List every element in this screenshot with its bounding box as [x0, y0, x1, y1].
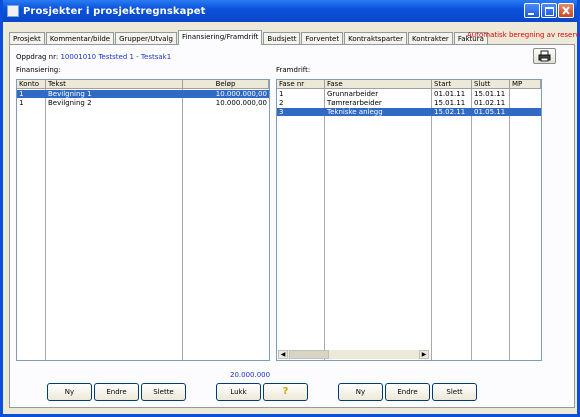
cell-fase: Tekniske anlegg [327, 108, 383, 116]
column-divider [45, 89, 46, 360]
table-row[interactable]: 1 Bevilgning 2 10.000.000,00 [17, 99, 269, 107]
help-icon: ? [282, 386, 289, 397]
scroll-thumb[interactable] [289, 350, 329, 359]
cell-fase-nr: 2 [279, 99, 284, 107]
cell-start: 15.01.11 [434, 99, 466, 107]
progress-table[interactable]: Fase nr Fase Start Slutt MP 1 Grunnarbei… [276, 79, 542, 361]
col-belop[interactable]: Beløp [183, 80, 269, 89]
col-start[interactable]: Start [432, 80, 472, 89]
column-divider [431, 89, 432, 360]
cell-fase-nr: 1 [279, 90, 284, 98]
maximize-icon [545, 7, 554, 16]
maximize-button[interactable] [541, 3, 557, 18]
oppdrag-number: 10001010 [60, 53, 97, 61]
cell-start: 01.01.11 [434, 90, 466, 98]
column-divider [182, 89, 183, 360]
cell-tekst: Bevilgning 2 [48, 99, 92, 107]
oppdrag-label: Oppdrag nr: [16, 53, 59, 61]
ny-button[interactable]: Ny [47, 383, 92, 401]
close-button[interactable] [558, 3, 574, 18]
horizontal-scrollbar[interactable]: ◀ ▶ [278, 350, 429, 359]
cell-konto: 1 [19, 90, 24, 98]
financing-total: 20.000.000 [230, 371, 271, 379]
cell-belop: 10.000.000,00 [215, 99, 267, 107]
col-tekst[interactable]: Tekst [46, 80, 183, 89]
financing-table[interactable]: Konto Tekst Beløp 1 Bevilgning 1 10.000.… [16, 79, 270, 361]
column-divider [324, 89, 325, 360]
cell-fase: Tømrerarbeider [327, 99, 382, 107]
oppdrag-info: Oppdrag nr: 10001010 Teststed 1 - Testsa… [16, 53, 171, 61]
col-slutt[interactable]: Slutt [472, 80, 510, 89]
cell-start: 15.02.11 [434, 108, 466, 116]
col-mp[interactable]: MP [510, 80, 541, 89]
column-divider [471, 89, 472, 360]
tab-finansiering-framdrift[interactable]: Finansiering/Framdrift [177, 30, 263, 45]
table-row[interactable]: 1 Grunnarbeider 01.01.11 15.01.11 [277, 90, 541, 98]
window-title: Prosjekter i prosjektregnskapet [23, 5, 206, 17]
cell-fase-nr: 3 [279, 108, 284, 116]
table-row[interactable]: 1 Bevilgning 1 10.000.000,00 [17, 90, 269, 98]
col-fase-nr[interactable]: Fase nr [277, 80, 325, 89]
endre-button[interactable]: Endre [94, 383, 139, 401]
financing-label: Finansiering: [16, 66, 61, 74]
scroll-left-button[interactable]: ◀ [278, 350, 288, 359]
column-divider [509, 89, 510, 360]
cell-tekst: Bevilgning 1 [48, 90, 92, 98]
ny-phase-button[interactable]: Ny [338, 383, 383, 401]
cell-slutt: 01.02.11 [474, 99, 506, 107]
cell-slutt: 01.05.11 [474, 108, 506, 116]
title-bar[interactable]: Prosjekter i prosjektregnskapet [3, 0, 577, 22]
auto-calc-warning: Automatisk beregning av reserver! [467, 31, 580, 39]
cell-konto: 1 [19, 99, 24, 107]
close-icon [562, 6, 570, 15]
lukk-button[interactable]: Lukk [216, 383, 261, 401]
printer-icon [538, 50, 551, 62]
col-konto[interactable]: Konto [17, 80, 46, 89]
table-row[interactable]: 3 Tekniske anlegg 15.02.11 01.05.11 [277, 108, 541, 116]
oppdrag-name: Teststed 1 - Testsak1 [98, 53, 172, 61]
cell-belop: 10.000.000,00 [215, 90, 267, 98]
help-button[interactable]: ? [263, 383, 308, 401]
table-row[interactable]: 2 Tømrerarbeider 15.01.11 01.02.11 [277, 99, 541, 107]
app-icon [7, 5, 19, 17]
minimize-icon [528, 13, 534, 15]
progress-label: Framdrift: [276, 66, 311, 74]
print-button[interactable] [533, 48, 556, 64]
arrow-right-icon: ▶ [421, 351, 427, 358]
cell-fase: Grunnarbeider [327, 90, 379, 98]
minimize-button[interactable] [524, 3, 540, 18]
arrow-left-icon: ◀ [280, 351, 286, 358]
tab-strip: Prosjekt Kommentar/bilde Grupper/Utvalg … [9, 30, 489, 45]
scroll-right-button[interactable]: ▶ [419, 350, 429, 359]
endre-phase-button[interactable]: Endre [385, 383, 430, 401]
slett-phase-button[interactable]: Slett [432, 383, 477, 401]
col-fase[interactable]: Fase [325, 80, 432, 89]
slette-button[interactable]: Slette [141, 383, 186, 401]
cell-slutt: 15.01.11 [474, 90, 506, 98]
main-window: Prosjekter i prosjektregnskapet Prosjekt… [0, 0, 580, 417]
